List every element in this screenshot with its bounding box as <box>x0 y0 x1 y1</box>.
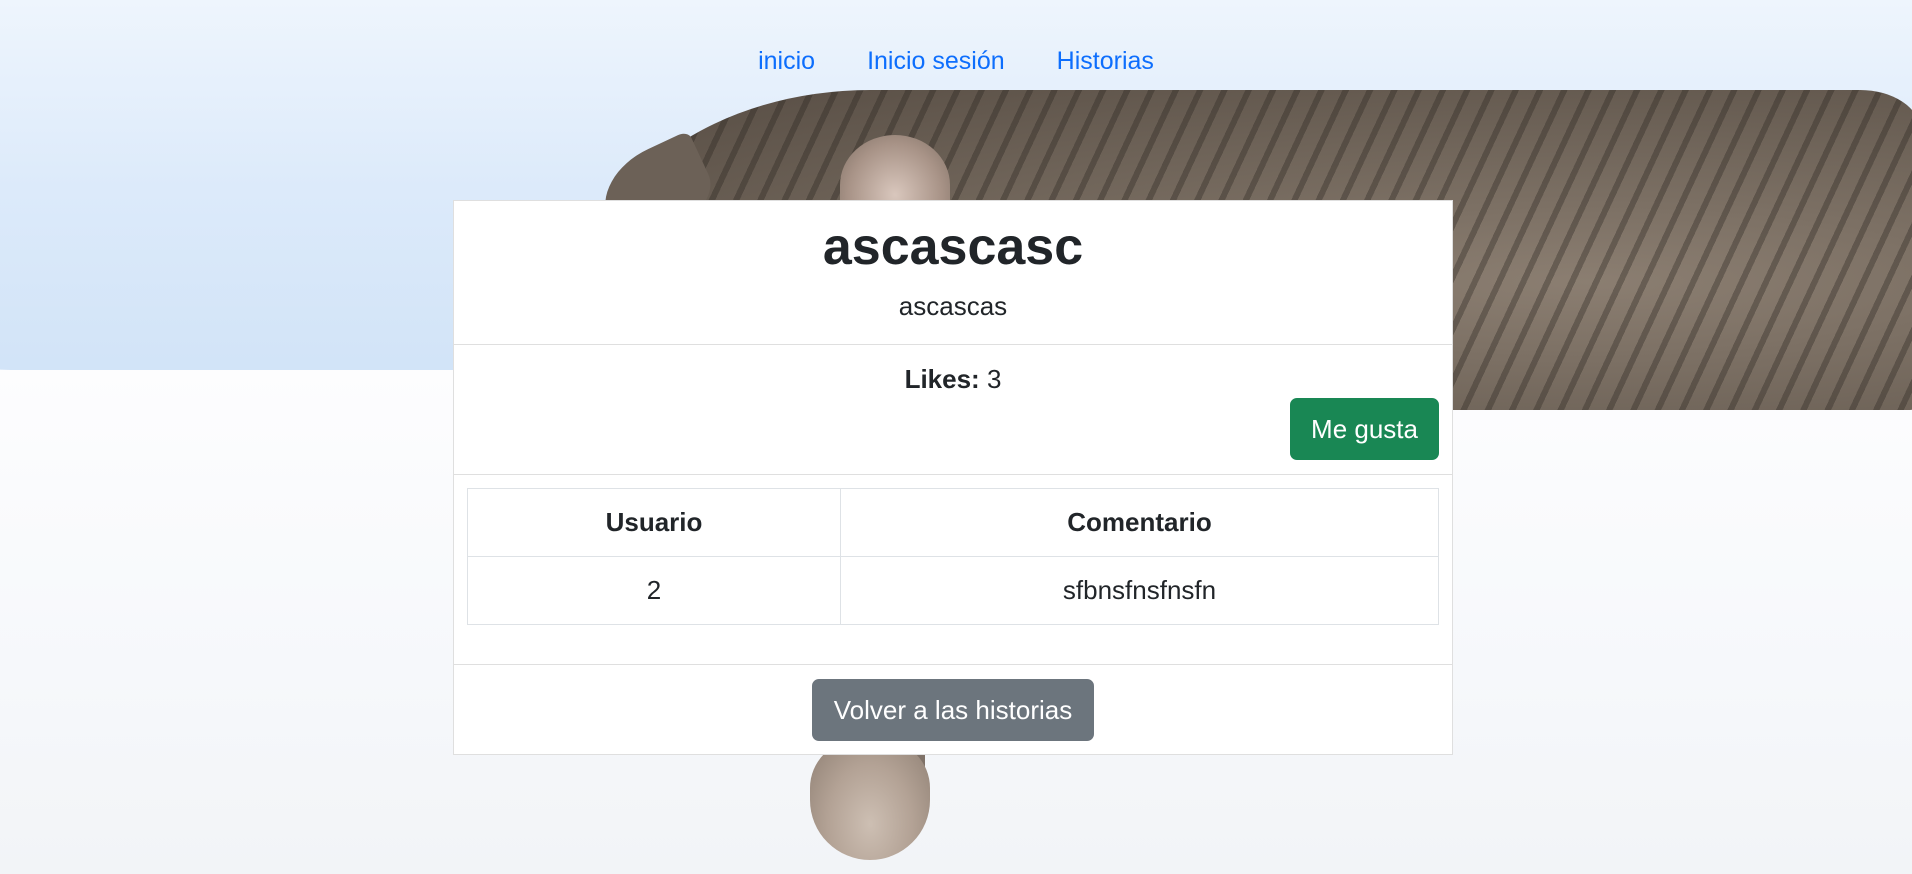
story-title: ascascasc <box>822 218 1084 276</box>
comment-user-cell: 2 <box>467 556 841 625</box>
story-subtitle: ascascas <box>898 291 1008 321</box>
cat-paw <box>810 740 930 860</box>
column-header-usuario: Usuario <box>467 488 841 557</box>
story-card: ascascasc ascascas Likes: 3 Me gusta Usu… <box>453 200 1453 755</box>
table-header-row: Usuario Comentario <box>467 488 1439 557</box>
nav-link-historias[interactable]: Historias <box>1031 38 1180 84</box>
comments-section: Usuario Comentario 2 sfbnsfnsfnsfn <box>454 475 1452 665</box>
top-nav: inicio Inicio sesión Historias <box>0 38 1912 84</box>
card-footer: Volver a las historias <box>454 665 1452 754</box>
back-to-stories-button[interactable]: Volver a las historias <box>811 679 1095 741</box>
nav-link-inicio[interactable]: inicio <box>732 38 841 84</box>
likes-count: 3 <box>986 364 1002 394</box>
like-button[interactable]: Me gusta <box>1290 398 1439 460</box>
story-header: ascascasc ascascas <box>454 201 1452 345</box>
likes-text: Likes: 3 <box>454 345 1452 397</box>
nav-link-inicio-sesion[interactable]: Inicio sesión <box>841 38 1031 84</box>
likes-section: Likes: 3 Me gusta <box>454 345 1452 475</box>
comments-table: Usuario Comentario 2 sfbnsfnsfnsfn <box>467 488 1439 625</box>
comment-text-cell: sfbnsfnsfnsfn <box>840 556 1439 625</box>
table-row: 2 sfbnsfnsfnsfn <box>467 556 1439 625</box>
likes-label: Likes: <box>904 364 980 394</box>
column-header-comentario: Comentario <box>840 488 1439 557</box>
